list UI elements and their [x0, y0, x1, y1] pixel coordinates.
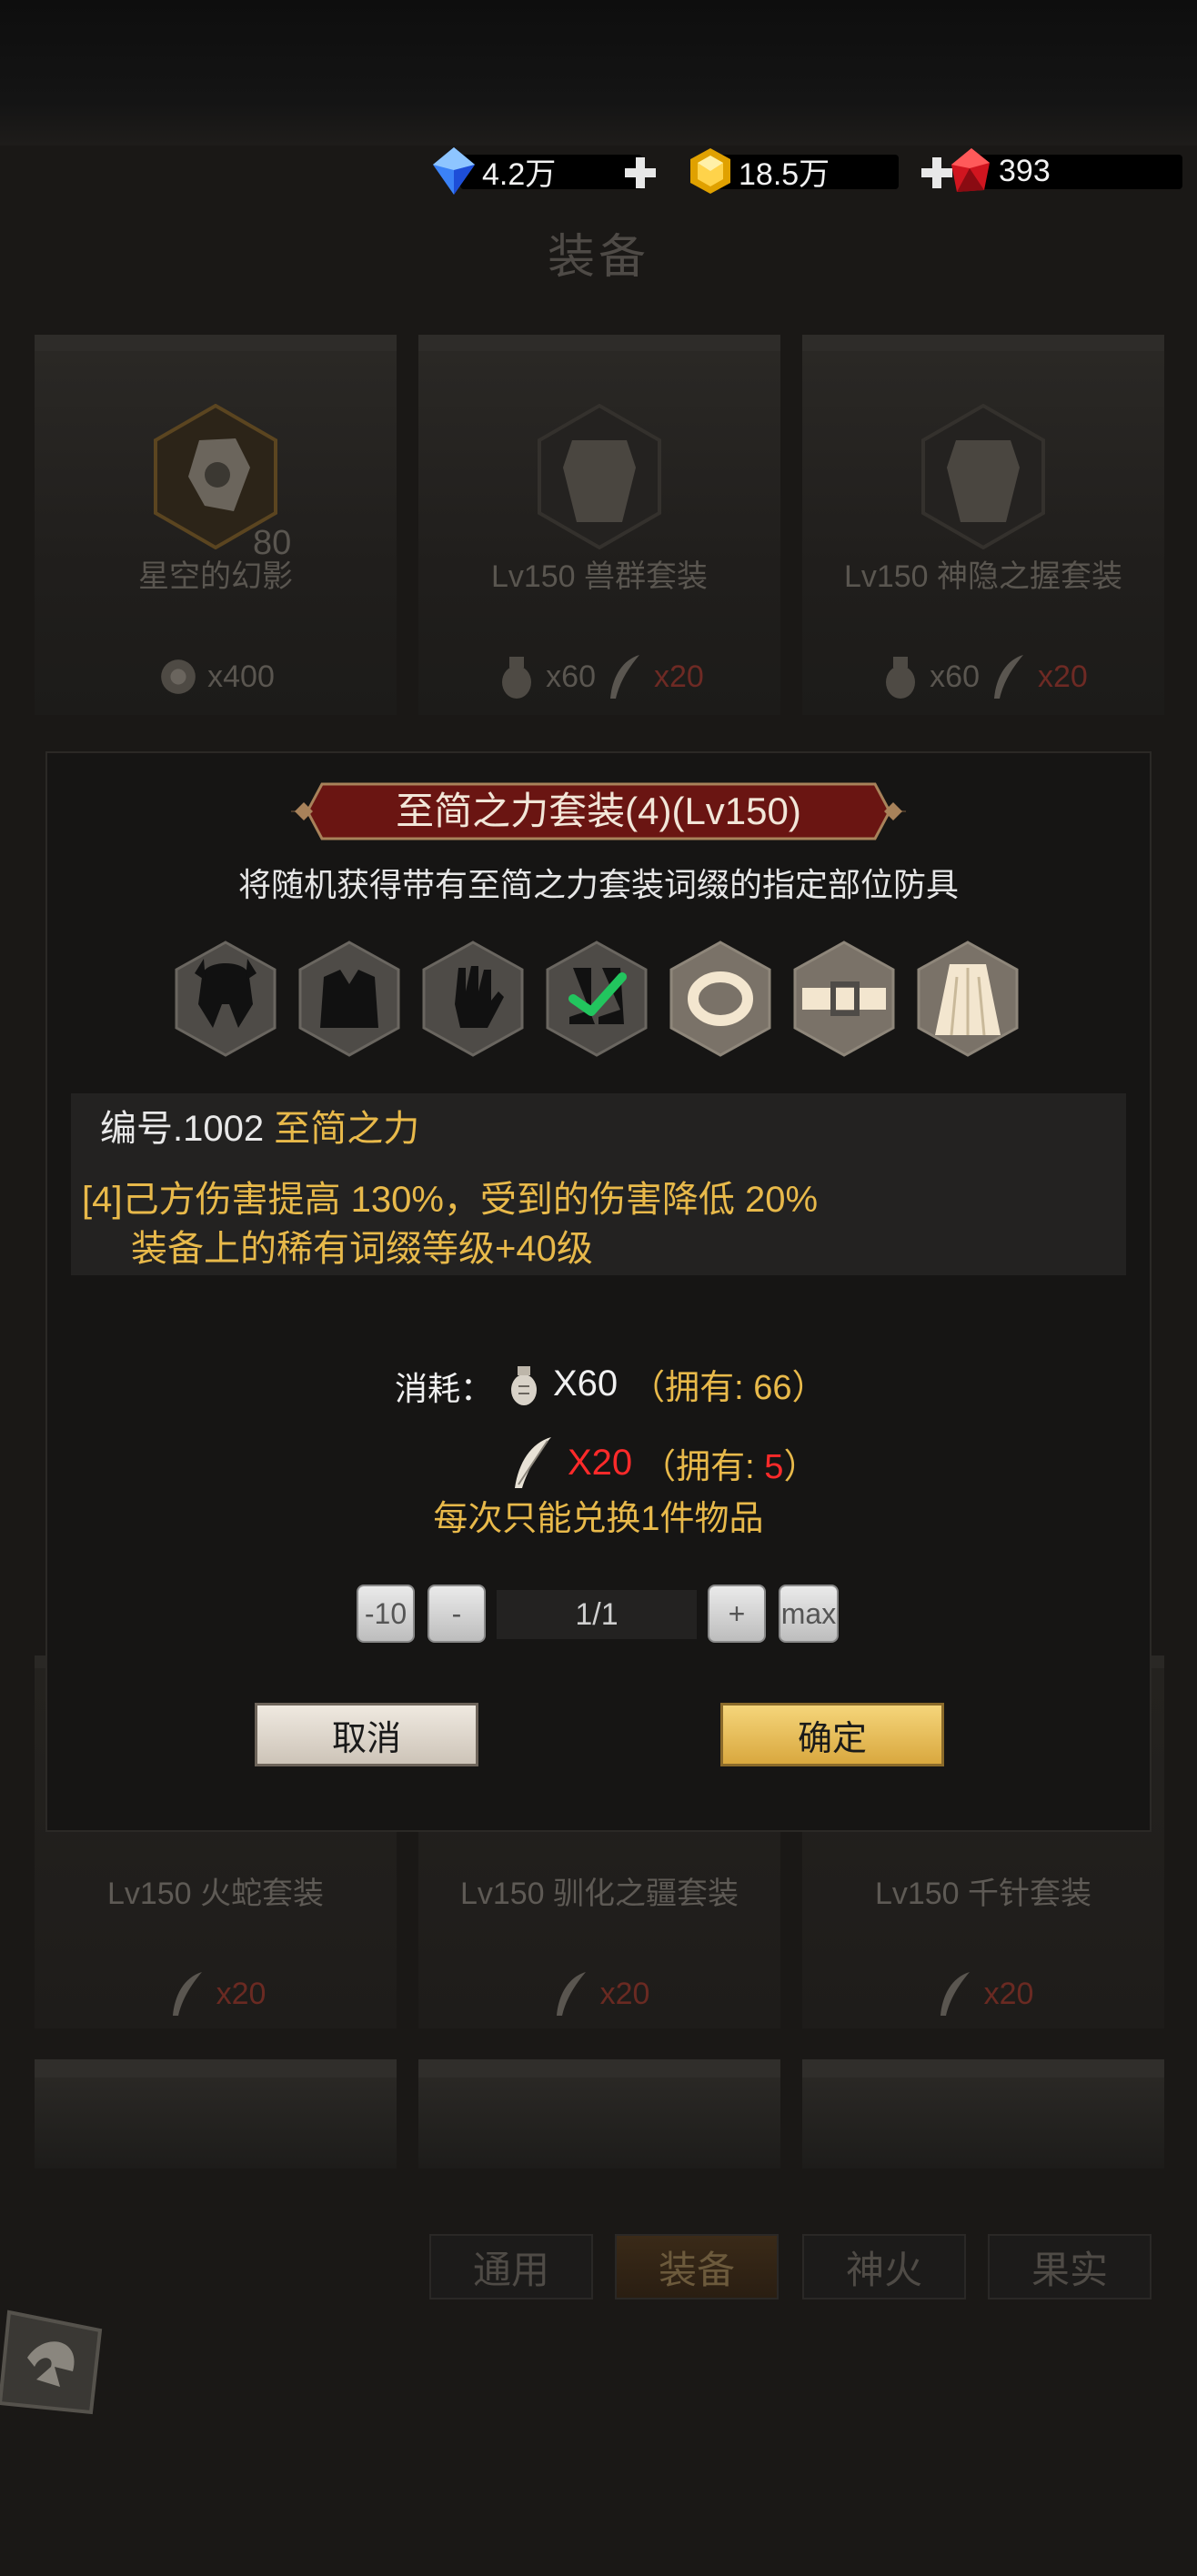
feather-icon [994, 655, 1023, 699]
shop-card-3[interactable]: Lv150 神隐之握套装 x60 x20 [802, 335, 1164, 715]
armor-set-icon [921, 404, 1045, 549]
card-cost: x20 [35, 1968, 397, 2019]
currency-diamond: 4.2万 [428, 147, 642, 195]
cost2-owned: （拥有: 5） [641, 1447, 819, 1486]
shop-card-2[interactable]: Lv150 兽群套装 x60 x20 [418, 335, 780, 715]
ruby-icon [951, 148, 990, 192]
currency-gold: 18.5万 [684, 147, 899, 195]
pouch-icon [511, 1365, 537, 1405]
cost2-owned-value: 5 [764, 1447, 784, 1486]
back-arrow-icon[interactable] [0, 2303, 109, 2421]
quantity-display: 1/1 [497, 1590, 697, 1639]
card-name: Lv150 千针套装 [874, 1877, 1092, 1911]
card-name: Lv150 神隐之握套装 [843, 559, 1123, 594]
helmet-icon[interactable] [175, 941, 277, 1057]
plus-button[interactable]: + [708, 1585, 766, 1643]
cost-amount: x60 [930, 659, 980, 694]
page-title: 装备 [547, 231, 649, 284]
cost-row-1: X60 （拥有: 66） [508, 1359, 827, 1409]
card-cost: x60 x20 [418, 651, 780, 702]
cost-amount-red: x20 [983, 1976, 1034, 2011]
belt-icon[interactable] [793, 941, 895, 1057]
diamond-amount: 4.2万 [482, 156, 557, 192]
card-cost: x400 [35, 651, 397, 702]
card-name: Lv150 驯化之疆套装 [459, 1877, 739, 1911]
limit-note: 每次只能兑换1件物品 [433, 1500, 764, 1538]
diamond-icon [433, 147, 475, 195]
armor-set-icon [538, 404, 661, 549]
max-button[interactable]: max [779, 1585, 839, 1643]
cost-amount: x400 [207, 659, 275, 694]
currency-ruby: 393 [944, 147, 1182, 195]
tab-general[interactable]: 通用 [429, 2234, 593, 2299]
shop-card-row5-1[interactable] [35, 2059, 397, 2168]
gear-material-icon [161, 659, 196, 694]
cost1-owned: （拥有: 66） [630, 1369, 827, 1407]
exchange-dialog [45, 751, 1152, 1832]
card-name: Lv150 兽群套装 [490, 559, 709, 594]
cancel-button[interactable]: 取消 [255, 1703, 478, 1766]
dialog-description: 将随机获得带有至简之力套装词缀的指定部位防具 [237, 866, 959, 903]
feather-icon [515, 1437, 551, 1488]
ruby-amount: 393 [999, 153, 1051, 188]
card-name: 星空的幻影 [138, 559, 293, 594]
top-banner [0, 0, 1197, 146]
card-cost: x60 x20 [802, 651, 1164, 702]
shop-card-row5-3[interactable] [802, 2059, 1164, 2168]
shop-card-1[interactable]: 80 星空的幻影 x400 [35, 335, 397, 715]
card-name: Lv150 火蛇套装 [106, 1877, 325, 1911]
shop-card-row5-2[interactable] [418, 2059, 780, 2168]
cost-label: 消耗： [395, 1370, 494, 1407]
glove-icon[interactable] [422, 941, 524, 1057]
pouch-icon [502, 657, 532, 699]
cost-row-2: X20 （拥有: 5） [508, 1434, 818, 1492]
set-bonus-line-2: 装备上的稀有词缀等级+40级 [131, 1229, 593, 1269]
feather-icon [940, 1972, 970, 2016]
minus-button[interactable]: - [428, 1585, 486, 1643]
card-cost: x20 [418, 1968, 780, 2019]
set-header: 编号.1002 至简之力 [100, 1099, 419, 1152]
confirm-button[interactable]: 确定 [720, 1703, 944, 1766]
card-cost: x20 [802, 1968, 1164, 2019]
tab-divine-fire[interactable]: 神火 [802, 2234, 966, 2299]
tab-equipment[interactable]: 装备 [615, 2234, 779, 2299]
cost-amount-red: x20 [216, 1976, 267, 2011]
feather-icon [610, 655, 639, 699]
set-id: 编号.1002 [100, 1109, 265, 1149]
cloak-icon[interactable] [917, 941, 1019, 1057]
cost1-amount: X60 [553, 1363, 619, 1404]
cost-amount-red: x20 [599, 1976, 650, 2011]
set-bonus-line-1: [4]己方伤害提高 130%，受到的伤害降低 20% [82, 1180, 819, 1220]
boots-icon[interactable] [546, 941, 648, 1057]
minus-10-button[interactable]: -10 [357, 1585, 415, 1643]
cost2-amount: X20 [568, 1442, 633, 1483]
ring-icon[interactable] [669, 941, 771, 1057]
armor-icon[interactable] [298, 941, 400, 1057]
gold-gem-icon [690, 148, 730, 194]
tab-fruit[interactable]: 果实 [988, 2234, 1152, 2299]
gold-amount: 18.5万 [739, 156, 830, 192]
feather-icon [556, 1972, 586, 2016]
add-diamond-icon[interactable] [622, 155, 659, 191]
cost-amount-red: x20 [654, 659, 704, 694]
dialog-title: 至简之力套装(4)(Lv150) [396, 790, 801, 832]
feather-icon [172, 1972, 202, 2016]
cost-amount: x60 [546, 659, 596, 694]
pouch-icon [886, 657, 916, 699]
set-name: 至简之力 [274, 1109, 420, 1149]
cost-amount-red: x20 [1038, 659, 1088, 694]
